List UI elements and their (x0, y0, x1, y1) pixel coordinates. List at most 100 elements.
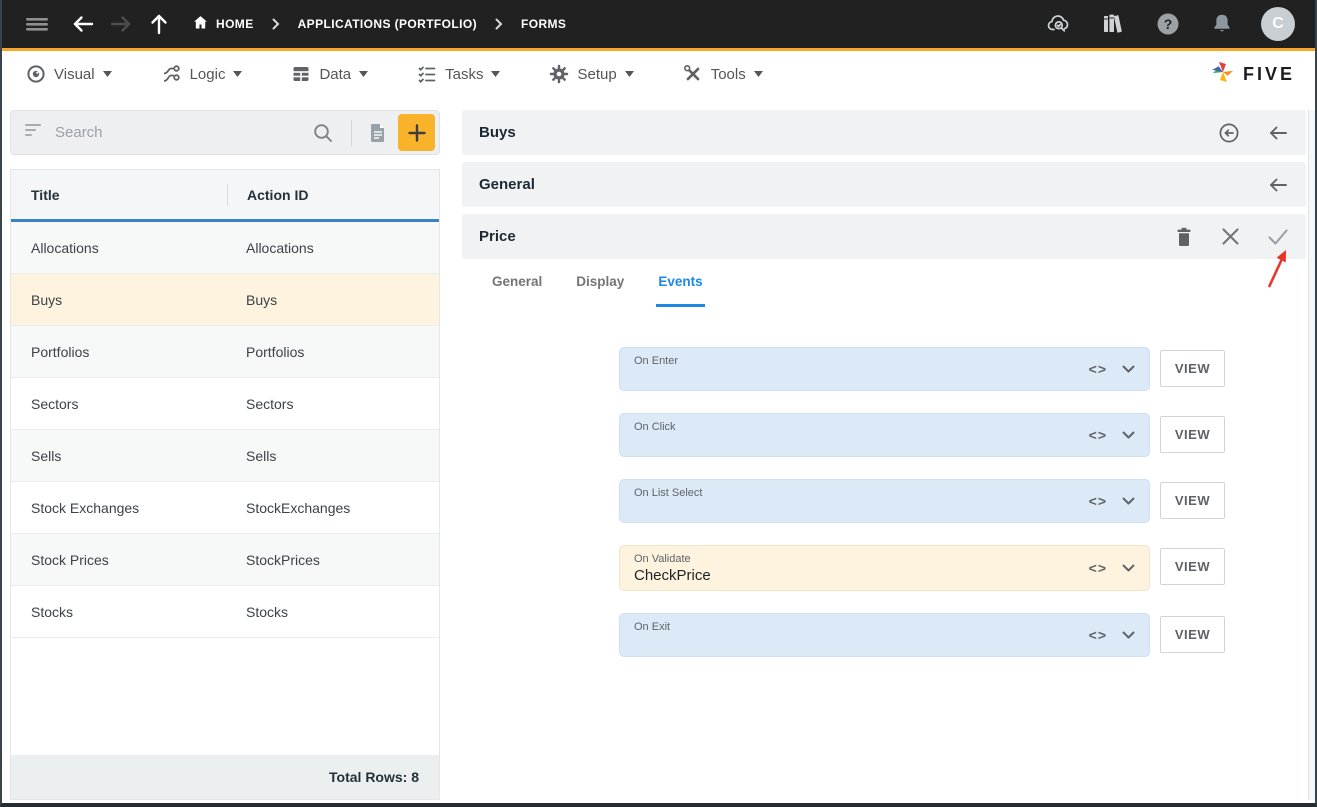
chevron-down-icon[interactable] (1122, 426, 1135, 444)
code-icon[interactable]: <> (1089, 560, 1107, 576)
event-field-row: On Enter <> VIEW (619, 347, 1306, 391)
divider (351, 119, 352, 146)
column-header-title[interactable]: Title (31, 187, 227, 203)
view-button[interactable]: VIEW (1160, 416, 1225, 453)
tools-icon (683, 64, 703, 84)
logo-pinwheel-icon (1210, 59, 1236, 90)
cloud-inspect-icon[interactable] (1045, 9, 1075, 39)
cancel-x-icon[interactable] (1221, 227, 1240, 246)
menu-tasks[interactable]: Tasks (417, 64, 501, 84)
breadcrumb-label: HOME (216, 17, 254, 31)
cell-action-id: Sells (246, 447, 277, 464)
svg-text:?: ? (1164, 16, 1173, 32)
back-left-arrow-icon[interactable] (1267, 174, 1289, 196)
table-row[interactable]: Sells Sells (11, 430, 439, 482)
caret-down-icon (233, 71, 243, 77)
tab-label: Events (658, 274, 703, 289)
view-button[interactable]: VIEW (1160, 548, 1225, 585)
cell-action-id: Allocations (246, 239, 314, 256)
view-button[interactable]: VIEW (1160, 616, 1225, 653)
eye-icon (26, 64, 46, 84)
menu-bar: Visual Logic Data Tasks Setup Tools FIVE (2, 51, 1315, 97)
table-row[interactable]: Stocks Stocks (11, 586, 439, 638)
breadcrumb-applications[interactable]: APPLICATIONS (PORTFOLIO) (298, 17, 477, 31)
tab-general[interactable]: General (490, 259, 544, 307)
menu-data[interactable]: Data (291, 64, 369, 84)
tab-label: General (492, 274, 543, 289)
breadcrumb-forms[interactable]: FORMS (521, 17, 566, 31)
tab-display[interactable]: Display (574, 259, 626, 307)
menu-label: Logic (189, 65, 226, 83)
checklist-icon (417, 64, 437, 84)
search-input[interactable] (55, 124, 305, 141)
code-icon[interactable]: <> (1089, 361, 1107, 377)
on-click-field[interactable]: On Click <> (619, 413, 1150, 457)
vertical-scrollbar[interactable] (1308, 110, 1315, 800)
card-header-bar: Price (462, 214, 1306, 259)
five-logo: FIVE (1210, 59, 1295, 90)
menu-label: Data (319, 65, 352, 83)
chevron-down-icon[interactable] (1122, 360, 1135, 378)
on-exit-field[interactable]: On Exit <> (619, 613, 1150, 657)
table-row[interactable]: Stock Exchanges StockExchanges (11, 482, 439, 534)
field-editor-card: Price General Display Events On Enter <>… (462, 214, 1306, 800)
table-row[interactable]: Stock Prices StockPrices (11, 534, 439, 586)
flow-nodes-icon (161, 64, 182, 84)
view-button[interactable]: VIEW (1160, 482, 1225, 519)
breadcrumb-home[interactable]: HOME (192, 14, 254, 34)
table-header-row: Title Action ID (11, 170, 439, 222)
notifications-bell-icon[interactable] (1207, 9, 1237, 39)
form-document-icon[interactable] (360, 115, 396, 151)
back-arrow-icon[interactable] (68, 9, 98, 39)
gear-icon (549, 64, 569, 84)
event-field-row: On Validate CheckPrice <> VIEW (619, 545, 1306, 591)
user-avatar[interactable]: C (1261, 7, 1295, 41)
search-icon[interactable] (305, 115, 341, 151)
cell-title: Allocations (31, 239, 99, 256)
column-header-action-id[interactable]: Action ID (247, 187, 439, 203)
records-list-panel: Title Action ID Allocations Allocations … (10, 110, 440, 800)
cell-action-id: StockExchanges (246, 499, 351, 516)
save-check-icon[interactable] (1267, 228, 1289, 246)
cell-title: Sells (31, 447, 62, 464)
total-rows-label: Total Rows: 8 (329, 769, 419, 785)
cell-action-id: Portfolios (246, 343, 305, 360)
code-icon[interactable]: <> (1089, 427, 1107, 443)
library-books-icon[interactable] (1099, 9, 1129, 39)
menu-label: Setup (577, 65, 617, 83)
filter-icon[interactable] (25, 123, 43, 142)
section-header-bar: General (462, 162, 1306, 207)
appbar-actions: ? C (1045, 7, 1295, 41)
chevron-down-icon[interactable] (1122, 559, 1135, 577)
menu-tools[interactable]: Tools (683, 64, 763, 84)
on-validate-field[interactable]: On Validate CheckPrice <> (619, 545, 1150, 591)
view-button[interactable]: VIEW (1160, 350, 1225, 387)
field-value: CheckPrice (634, 567, 711, 584)
menu-setup[interactable]: Setup (549, 64, 634, 84)
collapse-left-arrow-icon[interactable] (1267, 122, 1289, 144)
event-field-row: On Exit <> VIEW (619, 613, 1306, 657)
detail-panel: Buys General Price General Display Event… (462, 110, 1306, 800)
code-icon[interactable]: <> (1089, 493, 1107, 509)
table-row[interactable]: Allocations Allocations (11, 222, 439, 274)
on-list-select-field[interactable]: On List Select <> (619, 479, 1150, 523)
help-icon[interactable]: ? (1153, 9, 1183, 39)
table-row[interactable]: Sectors Sectors (11, 378, 439, 430)
add-record-button[interactable] (398, 114, 435, 151)
on-enter-field[interactable]: On Enter <> (619, 347, 1150, 391)
record-title: Buys (479, 124, 516, 141)
switch-view-icon[interactable] (1218, 122, 1240, 144)
up-arrow-icon[interactable] (144, 9, 174, 39)
table-row[interactable]: Portfolios Portfolios (11, 326, 439, 378)
tab-events[interactable]: Events (656, 259, 705, 307)
table-row-selected[interactable]: Buys Buys (11, 274, 439, 326)
code-icon[interactable]: <> (1089, 627, 1107, 643)
menu-visual[interactable]: Visual (26, 64, 112, 84)
delete-trash-icon[interactable] (1174, 226, 1194, 248)
forward-arrow-icon[interactable] (106, 9, 136, 39)
chevron-down-icon[interactable] (1122, 626, 1135, 644)
chevron-down-icon[interactable] (1122, 492, 1135, 510)
menu-logic[interactable]: Logic (161, 64, 243, 84)
field-label: On Click (634, 421, 676, 433)
hamburger-menu-icon[interactable] (22, 9, 52, 39)
